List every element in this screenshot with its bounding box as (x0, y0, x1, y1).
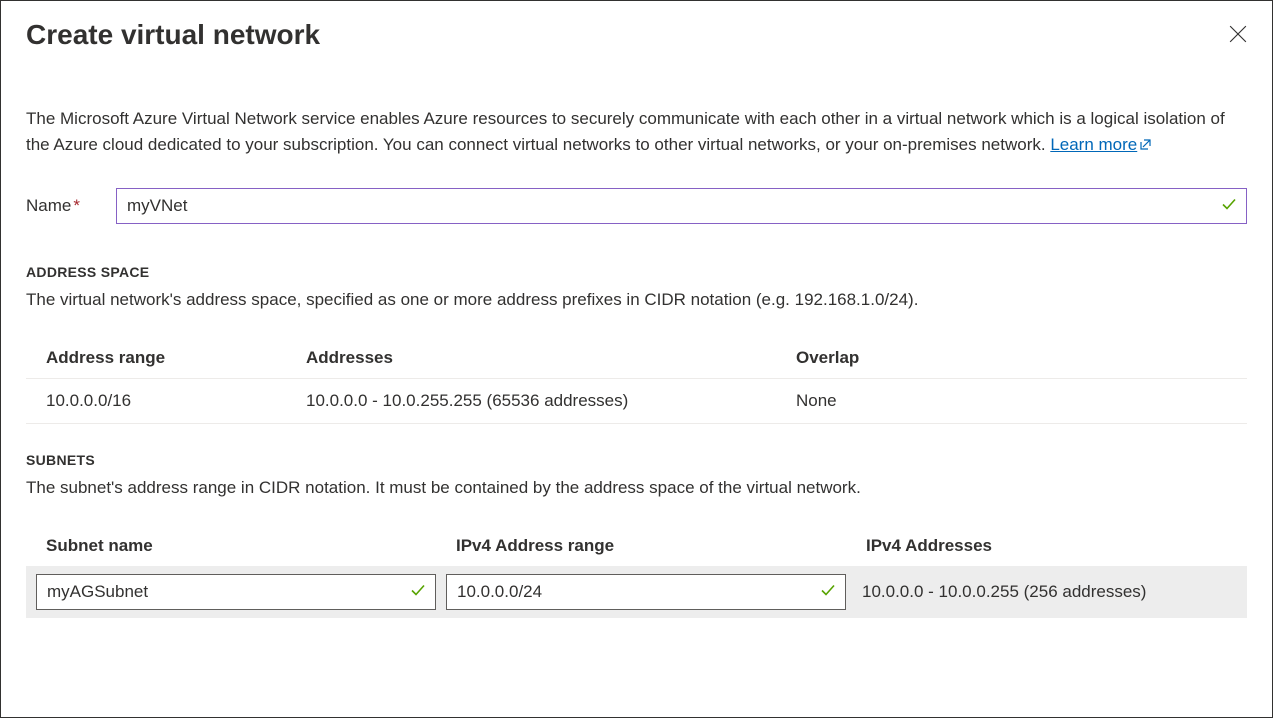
col-ipv4-addresses: IPv4 Addresses (866, 536, 1227, 556)
table-row: 10.0.0.0 - 10.0.0.255 (256 addresses) (26, 566, 1247, 618)
address-space-heading: ADDRESS SPACE (26, 264, 1247, 280)
subnet-range-input[interactable] (446, 574, 846, 610)
address-space-table: Address range Addresses Overlap 10.0.0.0… (26, 338, 1247, 424)
col-address-range: Address range (46, 348, 306, 368)
intro-text: The Microsoft Azure Virtual Network serv… (26, 106, 1247, 160)
col-overlap: Overlap (796, 348, 1227, 368)
col-addresses: Addresses (306, 348, 796, 368)
learn-more-link[interactable]: Learn more (1050, 135, 1153, 154)
address-space-desc: The virtual network's address space, spe… (26, 290, 1247, 310)
close-icon (1229, 25, 1247, 43)
check-icon (1221, 196, 1237, 215)
subnets-desc: The subnet's address range in CIDR notat… (26, 478, 1247, 498)
cell-ipv4-addresses: 10.0.0.0 - 10.0.0.255 (256 addresses) (856, 582, 1237, 602)
subnets-heading: SUBNETS (26, 452, 1247, 468)
cell-addresses: 10.0.0.0 - 10.0.255.255 (65536 addresses… (306, 391, 796, 411)
table-header-row: Subnet name IPv4 Address range IPv4 Addr… (26, 526, 1247, 566)
check-icon (820, 582, 836, 601)
check-icon (410, 582, 426, 601)
close-button[interactable] (1225, 21, 1251, 50)
cell-address-range: 10.0.0.0/16 (46, 391, 306, 411)
name-input[interactable] (116, 188, 1247, 224)
subnet-name-input[interactable] (36, 574, 436, 610)
table-header-row: Address range Addresses Overlap (26, 338, 1247, 379)
col-subnet-name: Subnet name (46, 536, 456, 556)
external-link-icon (1139, 133, 1153, 159)
name-label: Name* (26, 196, 116, 216)
table-row: 10.0.0.0/16 10.0.0.0 - 10.0.255.255 (655… (26, 379, 1247, 424)
required-indicator: * (73, 196, 80, 215)
cell-overlap: None (796, 391, 1227, 411)
panel-title: Create virtual network (26, 19, 320, 51)
col-ipv4-range: IPv4 Address range (456, 536, 866, 556)
subnets-table: Subnet name IPv4 Address range IPv4 Addr… (26, 526, 1247, 618)
